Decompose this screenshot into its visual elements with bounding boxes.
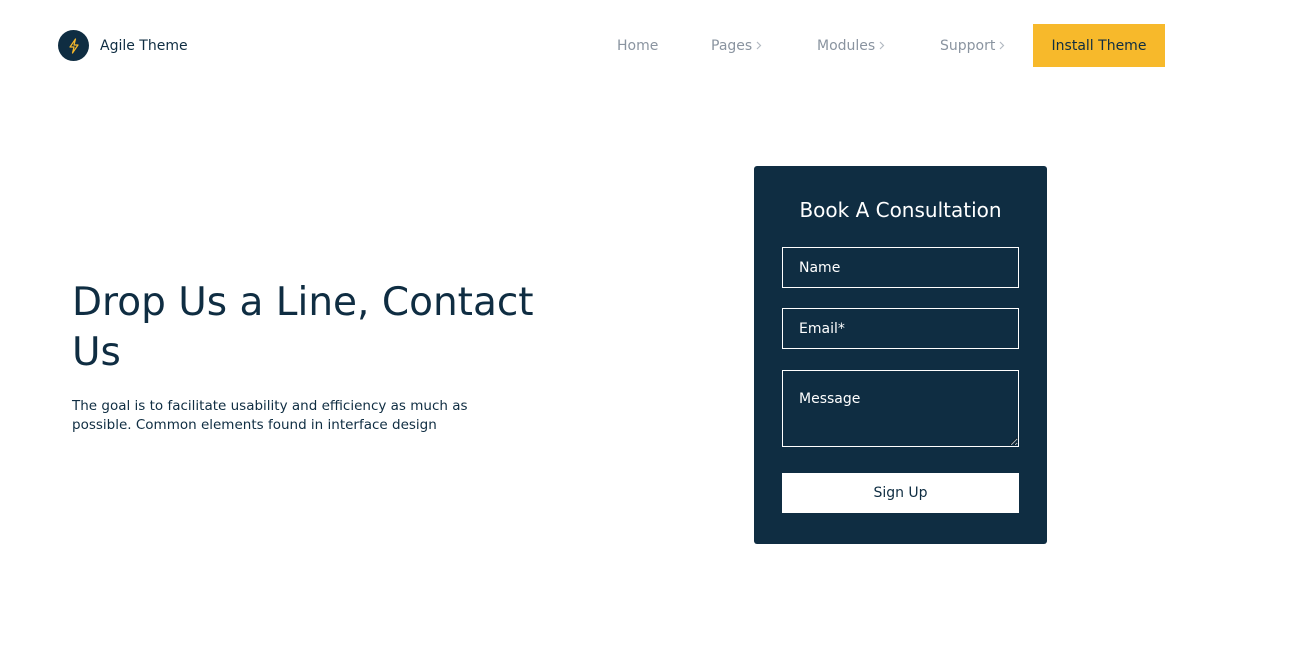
consultation-form-card: Book A Consultation Sign Up (754, 166, 1047, 544)
name-field[interactable] (782, 247, 1019, 288)
nav-item-pages[interactable]: Pages (711, 38, 762, 54)
brand-name: Agile Theme (100, 37, 188, 54)
nav-item-label: Modules (817, 37, 876, 54)
lightning-bolt-icon (68, 37, 79, 54)
nav-item-home[interactable]: Home (617, 38, 658, 54)
nav-item-modules[interactable]: Modules (817, 38, 885, 54)
page-title: Drop Us a Line, Contact Us (72, 280, 534, 375)
logo-badge (58, 30, 89, 61)
brand-logo[interactable]: Agile Theme (58, 30, 188, 61)
nav-item-label: Home (617, 37, 659, 54)
email-field[interactable] (782, 308, 1019, 349)
nav-item-label: Support (940, 37, 996, 54)
sign-up-button[interactable]: Sign Up (782, 473, 1019, 513)
chevron-right-icon (879, 41, 885, 50)
chevron-right-icon (756, 41, 762, 50)
nav-item-label: Pages (711, 37, 753, 54)
hero-description: The goal is to facilitate usability and … (72, 398, 468, 433)
install-theme-button[interactable]: Install Theme (1033, 24, 1165, 67)
chevron-right-icon (999, 41, 1005, 50)
message-field[interactable] (782, 370, 1019, 447)
page: Agile Theme Home Pages Modules Support I… (0, 0, 1290, 661)
form-title: Book A Consultation (799, 198, 1002, 222)
nav-item-support[interactable]: Support (940, 38, 1005, 54)
